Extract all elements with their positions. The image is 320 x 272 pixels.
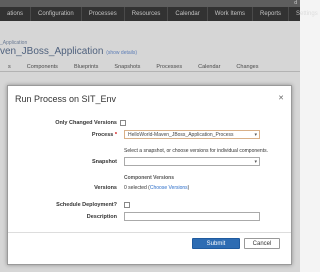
schedule-label: Schedule Deployment? (56, 202, 117, 208)
versions-label: Versions (94, 185, 117, 191)
description-input[interactable] (124, 212, 260, 221)
dialog-footer-divider (8, 232, 291, 233)
process-label: Process * (91, 132, 117, 138)
only-changed-checkbox[interactable] (120, 120, 126, 126)
submit-button[interactable]: Submit (192, 238, 240, 249)
process-select[interactable]: HelloWorld-Maven_JBoss_Application_Proce… (124, 130, 260, 139)
dialog-title: Run Process on SIT_Env (15, 94, 117, 104)
choose-versions-link[interactable]: Choose Versions (150, 185, 188, 191)
cancel-button[interactable]: Cancel (244, 238, 280, 249)
chevron-down-icon: ▾ (254, 132, 257, 138)
process-select-value: HelloWorld-Maven_JBoss_Application_Proce… (128, 132, 234, 138)
process-hint: Select a snapshot, or choose versions fo… (124, 148, 268, 154)
description-label: Description (86, 214, 117, 220)
snapshot-label: Snapshot (91, 159, 117, 165)
only-changed-label: Only Changed Versions (55, 120, 117, 126)
close-icon[interactable]: ✕ (278, 94, 284, 102)
chevron-down-icon: ▾ (254, 159, 257, 165)
versions-value: 0 selected (Choose Versions) (124, 185, 190, 191)
required-marker: * (114, 132, 117, 138)
schedule-checkbox[interactable] (124, 202, 130, 208)
component-versions-heading: Component Versions (124, 175, 175, 181)
snapshot-select[interactable]: ▾ (124, 157, 260, 166)
run-process-dialog: Run Process on SIT_Env ✕ Only Changed Ve… (7, 85, 292, 265)
